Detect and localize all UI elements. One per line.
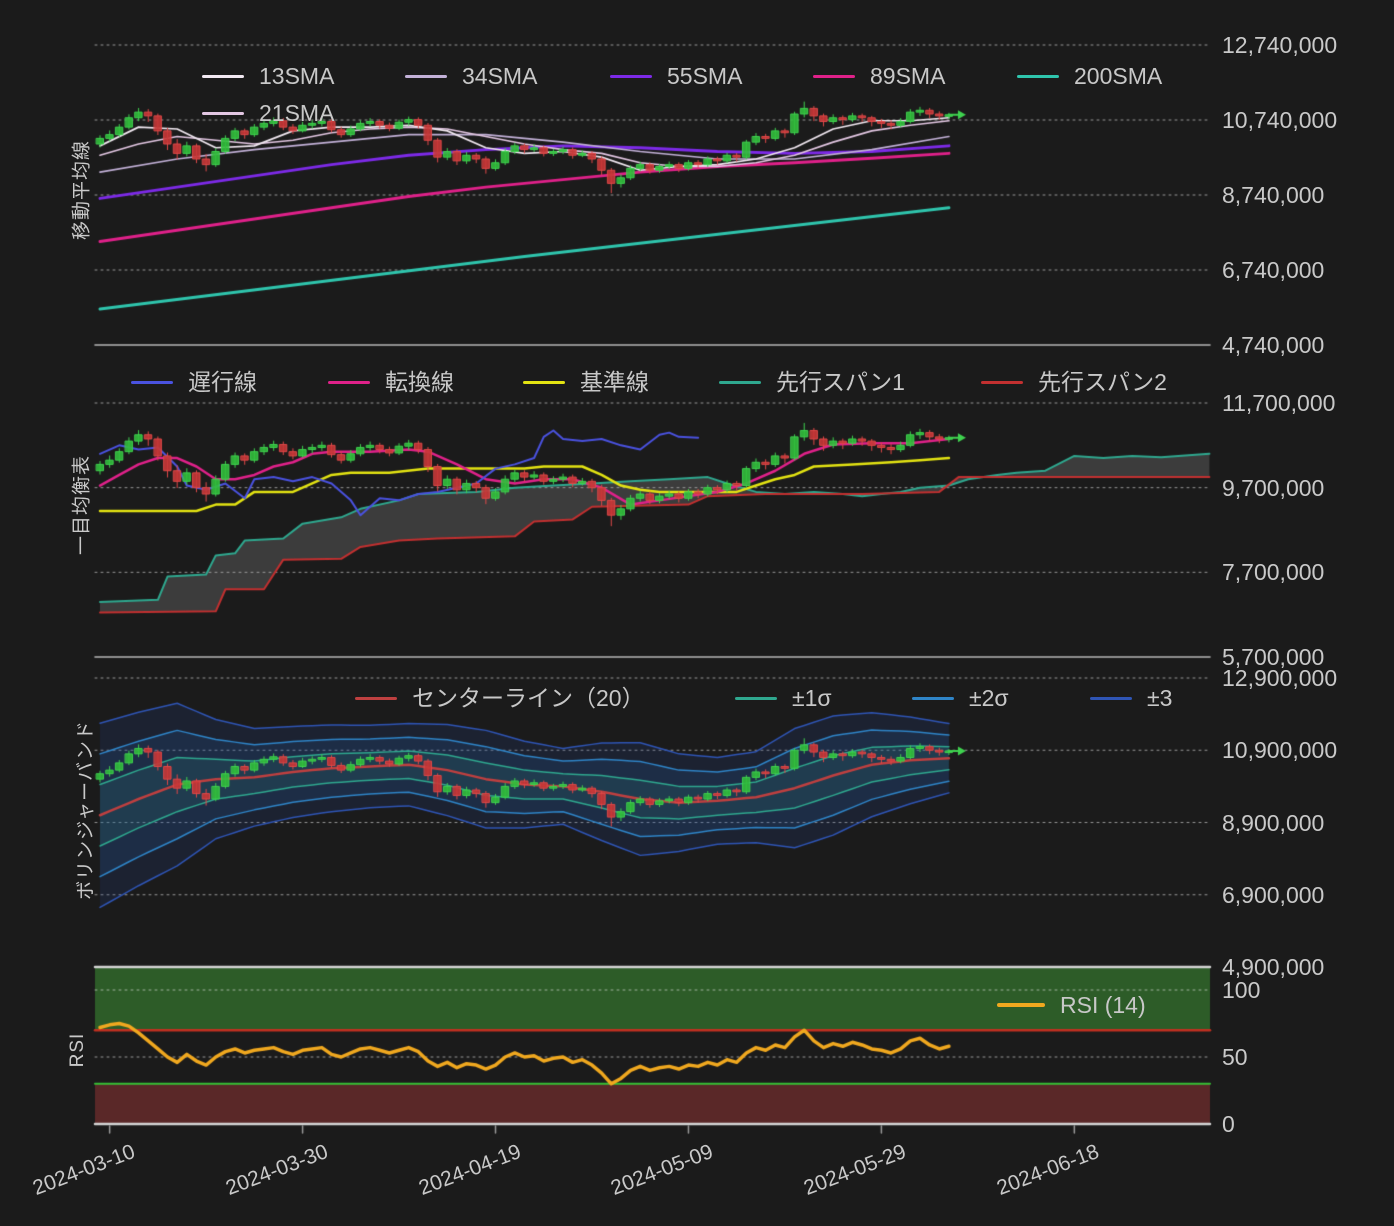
- legend-swatch: [328, 380, 370, 384]
- legend-item[interactable]: 転換線: [328, 368, 454, 396]
- legend-swatch: [735, 696, 777, 700]
- legend-swatch: [997, 1003, 1045, 1007]
- legend-swatch: [719, 380, 761, 384]
- legend-label: 遅行線: [188, 368, 257, 395]
- legend-item[interactable]: 基準線: [523, 368, 649, 396]
- legend-swatch: [813, 74, 855, 78]
- legend-swatch: [610, 74, 652, 78]
- legend-label: 基準線: [580, 368, 649, 395]
- legend-label: ±1σ: [792, 684, 832, 711]
- legend-label: 転換線: [385, 368, 454, 395]
- legend-label: 21SMA: [259, 99, 335, 126]
- legend-item[interactable]: 13SMA: [202, 62, 334, 90]
- chart-canvas[interactable]: [0, 0, 1394, 1226]
- legend-item[interactable]: ±1σ: [735, 684, 832, 712]
- legend-item[interactable]: 34SMA: [405, 62, 537, 90]
- legend-label: 89SMA: [870, 62, 946, 89]
- legend-label: 55SMA: [667, 62, 743, 89]
- legend-swatch: [202, 74, 244, 78]
- legend-item[interactable]: 89SMA: [813, 62, 945, 90]
- legend-item[interactable]: RSI (14): [997, 991, 1146, 1019]
- legend-label: ±2σ: [969, 684, 1009, 711]
- legend-swatch: [405, 74, 447, 78]
- legend-item[interactable]: 200SMA: [1017, 62, 1162, 90]
- legend-label: RSI (14): [1060, 991, 1146, 1018]
- legend-swatch: [202, 111, 244, 115]
- legend-label: 先行スパン1: [776, 368, 905, 395]
- legend-item[interactable]: 先行スパン2: [981, 368, 1167, 396]
- legend-item[interactable]: 21SMA: [202, 99, 334, 127]
- legend-swatch: [355, 696, 397, 700]
- legend-swatch: [981, 380, 1023, 384]
- legend-label: 先行スパン2: [1038, 368, 1167, 395]
- legend-label: 34SMA: [462, 62, 538, 89]
- legend-item[interactable]: ±3: [1090, 684, 1172, 712]
- legend-item[interactable]: 先行スパン1: [719, 368, 905, 396]
- legend-item[interactable]: 55SMA: [610, 62, 742, 90]
- legend-label: ±3: [1147, 684, 1173, 711]
- legend-label: 200SMA: [1074, 62, 1163, 89]
- legend-item[interactable]: ±2σ: [912, 684, 1009, 712]
- legend-item[interactable]: センターライン（20）: [355, 684, 645, 712]
- legend-label: 13SMA: [259, 62, 335, 89]
- legend-swatch: [523, 380, 565, 384]
- legend-label: センターライン（20）: [412, 684, 645, 711]
- legend-swatch: [1090, 696, 1132, 700]
- chart-root: 移動平均線 一目均衡表 ボリンジャーバンド RSI 13SMA 34SMA 55SM…: [0, 0, 1394, 1226]
- legend-item[interactable]: 遅行線: [131, 368, 257, 396]
- legend-swatch: [1017, 74, 1059, 78]
- legend-swatch: [912, 696, 954, 700]
- legend-swatch: [131, 380, 173, 384]
